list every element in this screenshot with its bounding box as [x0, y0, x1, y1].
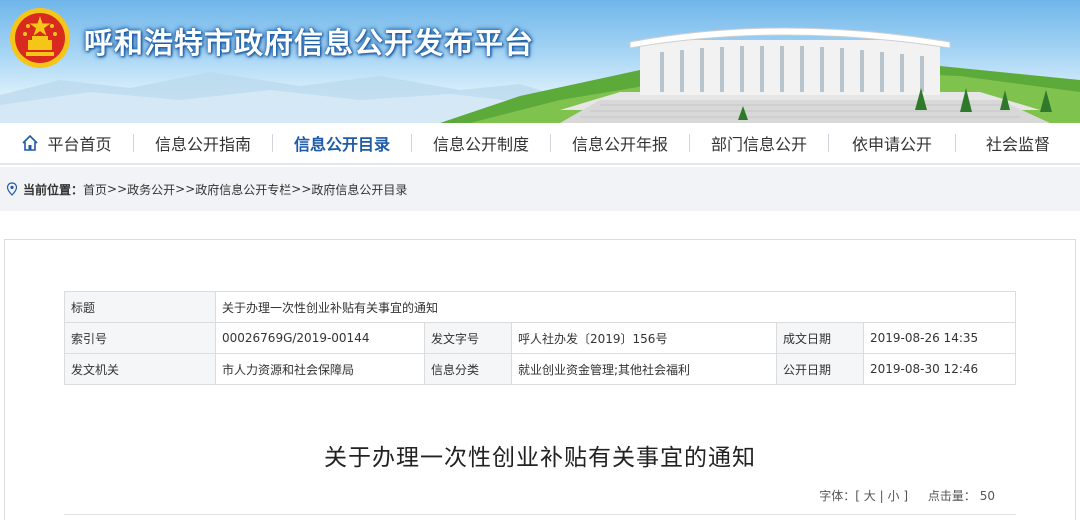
home-icon: [22, 134, 39, 151]
nav-item-label: 信息公开年报: [571, 135, 668, 154]
created-value: 2019-08-26 14:35: [863, 322, 1016, 354]
breadcrumb-prefix: 当前位置：: [23, 182, 84, 197]
font-large-button[interactable]: 大: [864, 489, 876, 503]
nav-item-application[interactable]: 依申请公开: [829, 122, 955, 164]
nav-item-label: 信息公开指南: [154, 135, 251, 154]
issuer-value: 市人力资源和社会保障局: [215, 353, 425, 385]
site-banner: 呼和浩特市政府信息公开发布平台: [0, 0, 1080, 123]
table-row: 发文机关 市人力资源和社会保障局 信息分类 就业创业资金管理;其他社会福利 公开…: [64, 353, 1016, 385]
table-row: 标题 关于办理一次性创业补贴有关事宜的通知: [64, 291, 1016, 323]
views-count: 50: [979, 489, 995, 503]
document-meta-table: 标题 关于办理一次性创业补贴有关事宜的通知 索引号 00026769G/2019…: [64, 291, 1016, 385]
nav-item-label: 信息公开制度: [432, 135, 529, 154]
nav-item-rules[interactable]: 信息公开制度: [412, 122, 550, 164]
title-label: 标题: [64, 291, 216, 323]
font-size-label: 字体：[: [819, 489, 860, 503]
index-label: 索引号: [64, 322, 216, 354]
font-small-button[interactable]: 小: [888, 489, 900, 503]
index-value: 00026769G/2019-00144: [215, 322, 425, 354]
nav-item-label: 依申请公开: [851, 135, 932, 154]
location-pin-icon: [6, 182, 18, 196]
breadcrumb-link-column[interactable]: 政府信息公开专栏: [195, 181, 291, 198]
nav-item-label: 平台首页: [47, 135, 112, 154]
national-emblem-icon: [10, 8, 70, 68]
document-title: 关于办理一次性创业补贴有关事宜的通知: [324, 445, 756, 471]
font-size-close: ]: [903, 489, 909, 503]
views-label: 点击量：: [927, 489, 976, 503]
breadcrumb-link-home[interactable]: 首页: [83, 181, 107, 198]
table-row: 索引号 00026769G/2019-00144 发文字号 呼人社办发〔2019…: [64, 322, 1016, 354]
main-nav: 平台首页 信息公开指南 信息公开目录 信息公开制度 信息公开年报 部门信息公开 …: [0, 123, 1080, 165]
breadcrumb-separator: >>: [107, 182, 128, 196]
docno-label: 发文字号: [424, 322, 512, 354]
content-divider: [64, 514, 1016, 515]
issuer-label: 发文机关: [64, 353, 216, 385]
published-value: 2019-08-30 12:46: [863, 353, 1016, 385]
breadcrumb: 当前位置： 首页 >> 政务公开 >> 政府信息公开专栏 >> 政府信息公开目录: [0, 167, 1080, 211]
breadcrumb-separator: >>: [175, 182, 196, 196]
nav-item-supervision[interactable]: 社会监督: [956, 122, 1080, 164]
breadcrumb-link-affairs[interactable]: 政务公开: [127, 181, 175, 198]
nav-item-annual-report[interactable]: 信息公开年报: [551, 122, 689, 164]
title-value: 关于办理一次性创业补贴有关事宜的通知: [215, 291, 1016, 323]
published-label: 公开日期: [776, 353, 864, 385]
reading-tools: 字体：[ 大 | 小 ] 点击量： 50: [819, 487, 995, 504]
font-divider: |: [879, 489, 884, 503]
created-label: 成文日期: [776, 322, 864, 354]
docno-value: 呼人社办发〔2019〕156号: [511, 322, 777, 354]
category-value: 就业创业资金管理;其他社会福利: [511, 353, 777, 385]
nav-item-guide[interactable]: 信息公开指南: [134, 122, 272, 164]
nav-item-label: 信息公开目录: [293, 135, 390, 154]
category-label: 信息分类: [424, 353, 512, 385]
site-title: 呼和浩特市政府信息公开发布平台: [84, 26, 535, 60]
nav-item-catalog[interactable]: 信息公开目录: [273, 122, 411, 164]
nav-item-label: 社会监督: [985, 135, 1050, 154]
nav-item-department[interactable]: 部门信息公开: [690, 122, 828, 164]
nav-item-home[interactable]: 平台首页: [0, 122, 133, 164]
nav-item-label: 部门信息公开: [710, 135, 807, 154]
breadcrumb-link-catalog[interactable]: 政府信息公开目录: [311, 181, 407, 198]
breadcrumb-separator: >>: [291, 182, 312, 196]
